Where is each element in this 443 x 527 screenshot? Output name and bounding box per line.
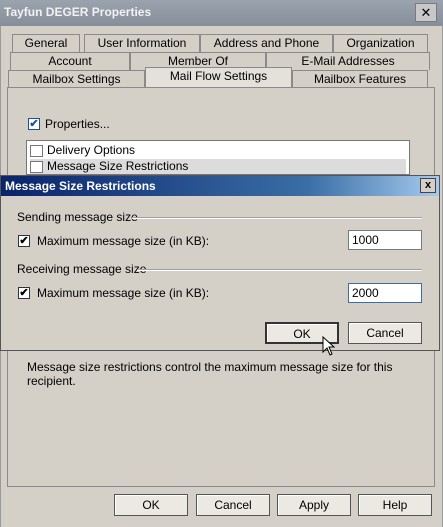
tab-general[interactable]: General bbox=[12, 34, 80, 52]
dialog-title-bar: Message Size Restrictions x bbox=[1, 176, 439, 196]
sending-max-size-label: Maximum message size (in KB): bbox=[37, 234, 210, 248]
list-item-message-size-restrictions[interactable]: Message Size Restrictions bbox=[30, 159, 406, 174]
mouse-cursor-icon bbox=[322, 336, 336, 356]
list-item-label: Delivery Options bbox=[47, 143, 136, 157]
apply-button[interactable]: Apply bbox=[277, 494, 351, 516]
ok-button[interactable]: OK bbox=[114, 494, 188, 516]
tab-account[interactable]: Account bbox=[10, 52, 130, 70]
delivery-options-icon bbox=[30, 144, 43, 157]
dialog-cancel-button[interactable]: Cancel bbox=[348, 322, 422, 344]
receiving-max-size-label: Maximum message size (in KB): bbox=[37, 286, 210, 300]
receiving-separator bbox=[137, 269, 422, 271]
help-button[interactable]: Help bbox=[358, 494, 432, 516]
sending-max-size-input[interactable]: 1000 bbox=[348, 230, 422, 250]
dialog-title: Message Size Restrictions bbox=[5, 179, 156, 193]
tab-organization[interactable]: Organization bbox=[333, 34, 428, 52]
properties-label: Properties... bbox=[45, 117, 110, 131]
message-size-dialog: Message Size Restrictions x Sending mess… bbox=[0, 175, 440, 351]
message-size-icon bbox=[30, 160, 43, 173]
tab-address-and-phone[interactable]: Address and Phone bbox=[200, 34, 333, 52]
window-close-button[interactable]: ✕ bbox=[415, 3, 437, 22]
tab-mailbox-settings[interactable]: Mailbox Settings bbox=[8, 70, 145, 88]
tab-mailbox-features[interactable]: Mailbox Features bbox=[292, 70, 428, 88]
receiving-max-size-checkbox[interactable]: ✔ bbox=[18, 287, 30, 299]
mail-flow-list[interactable]: Delivery Options Message Size Restrictio… bbox=[26, 140, 410, 175]
window-title-bar: Tayfun DEGER Properties ✕ bbox=[0, 0, 443, 27]
sending-separator bbox=[132, 217, 422, 219]
list-item-label: Message Size Restrictions bbox=[47, 159, 189, 173]
dialog-close-button[interactable]: x bbox=[420, 178, 436, 193]
description-text: Message size restrictions control the ma… bbox=[27, 360, 393, 388]
tab-mail-flow-settings[interactable]: Mail Flow Settings bbox=[145, 67, 292, 88]
sending-size-header: Sending message size bbox=[17, 210, 138, 224]
list-item-delivery-options[interactable]: Delivery Options bbox=[30, 143, 135, 158]
cancel-button[interactable]: Cancel bbox=[196, 494, 270, 516]
properties-check-icon: ✔ bbox=[28, 118, 40, 130]
receiving-max-size-input[interactable]: 2000 bbox=[348, 283, 422, 303]
window-title: Tayfun DEGER Properties bbox=[4, 5, 152, 19]
receiving-size-header: Receiving message size bbox=[17, 262, 147, 276]
tab-user-information[interactable]: User Information bbox=[84, 34, 200, 52]
sending-max-size-checkbox[interactable]: ✔ bbox=[18, 235, 30, 247]
